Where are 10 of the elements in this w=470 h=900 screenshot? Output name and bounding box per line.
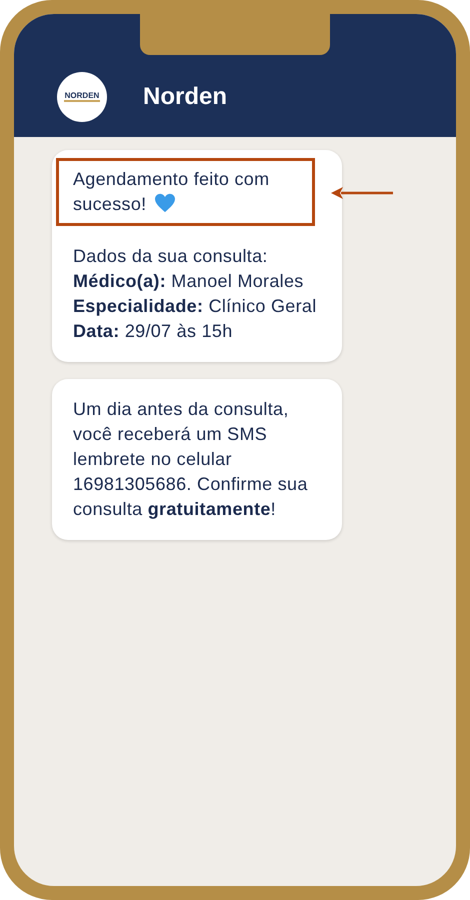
logo-text: NORDEN xyxy=(64,91,100,102)
success-message: Agendamento feito com sucesso! xyxy=(56,158,315,226)
reminder-message: Um dia antes da consulta, você receberá um SMS lembrete no celular 16981305686. Confirme sua consulta gratuitamente! xyxy=(73,398,309,521)
app-title: Norden xyxy=(143,82,227,112)
detail-line: Médico(a): Manoel Morales xyxy=(73,270,305,293)
detail-line: Dados da sua consulta: xyxy=(73,245,269,268)
arrow-icon xyxy=(331,186,393,200)
heart-icon xyxy=(154,193,176,213)
detail-line: Especialidade: Clínico Geral xyxy=(73,295,318,318)
detail-line: Data: 29/07 às 15h xyxy=(73,320,234,343)
